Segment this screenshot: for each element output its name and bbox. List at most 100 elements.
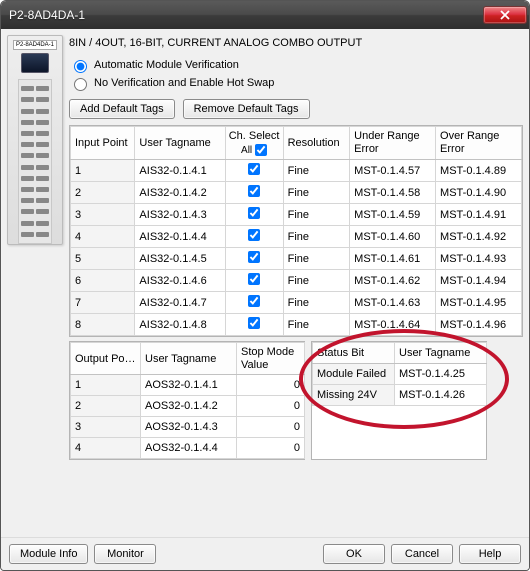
cell-under-range[interactable]: MST-0.1.4.58 xyxy=(350,182,436,204)
ch-select-checkbox[interactable] xyxy=(248,163,260,175)
table-row[interactable]: 6AIS32-0.1.4.6 FineMST-0.1.4.62MST-0.1.4.… xyxy=(71,270,522,292)
cell-resolution[interactable]: Fine xyxy=(283,160,350,182)
cell-output-tagname[interactable]: AOS32-0.1.4.1 xyxy=(141,375,237,396)
col-status-bit[interactable]: Status Bit xyxy=(313,343,395,364)
cell-over-range[interactable]: MST-0.1.4.92 xyxy=(436,226,522,248)
table-row[interactable]: 2AOS32-0.1.4.20 xyxy=(71,396,305,417)
cell-ch-select[interactable] xyxy=(225,204,283,226)
cell-input-point: 2 xyxy=(71,182,135,204)
cell-under-range[interactable]: MST-0.1.4.57 xyxy=(350,160,436,182)
cell-status-tagname[interactable]: MST-0.1.4.26 xyxy=(395,385,487,406)
cell-ch-select[interactable] xyxy=(225,248,283,270)
ok-button[interactable]: OK xyxy=(323,544,385,564)
cell-under-range[interactable]: MST-0.1.4.59 xyxy=(350,204,436,226)
cell-under-range[interactable]: MST-0.1.4.60 xyxy=(350,226,436,248)
cell-user-tagname[interactable]: AIS32-0.1.4.2 xyxy=(135,182,225,204)
cell-stop-mode-value[interactable]: 0 xyxy=(237,375,305,396)
cell-user-tagname[interactable]: AIS32-0.1.4.5 xyxy=(135,248,225,270)
table-row[interactable]: 4AOS32-0.1.4.40 xyxy=(71,438,305,459)
cell-resolution[interactable]: Fine xyxy=(283,292,350,314)
cell-over-range[interactable]: MST-0.1.4.91 xyxy=(436,204,522,226)
table-row[interactable]: Module FailedMST-0.1.4.25 xyxy=(313,364,487,385)
monitor-button[interactable]: Monitor xyxy=(94,544,156,564)
cell-ch-select[interactable] xyxy=(225,226,283,248)
cell-under-range[interactable]: MST-0.1.4.62 xyxy=(350,270,436,292)
cell-ch-select[interactable] xyxy=(225,270,283,292)
table-row[interactable]: 3AOS32-0.1.4.30 xyxy=(71,417,305,438)
table-row[interactable]: 3AIS32-0.1.4.3FineMST-0.1.4.59MST-0.1.4.… xyxy=(71,204,522,226)
col-input-point[interactable]: Input Point xyxy=(71,127,135,160)
cell-user-tagname[interactable]: AIS32-0.1.4.8 xyxy=(135,314,225,336)
col-under-range[interactable]: Under Range Error xyxy=(350,127,436,160)
add-default-tags-button[interactable]: Add Default Tags xyxy=(69,99,175,119)
col-user-tagname[interactable]: User Tagname xyxy=(135,127,225,160)
cell-over-range[interactable]: MST-0.1.4.89 xyxy=(436,160,522,182)
radio-hot-swap[interactable]: No Verification and Enable Hot Swap xyxy=(69,75,523,91)
radio-hot-swap-label: No Verification and Enable Hot Swap xyxy=(94,77,274,89)
ch-select-checkbox[interactable] xyxy=(248,207,260,219)
table-row[interactable]: 5AIS32-0.1.4.5FineMST-0.1.4.61MST-0.1.4.… xyxy=(71,248,522,270)
cell-user-tagname[interactable]: AIS32-0.1.4.4 xyxy=(135,226,225,248)
col-ch-select[interactable]: Ch. Select All xyxy=(225,127,283,160)
cell-over-range[interactable]: MST-0.1.4.93 xyxy=(436,248,522,270)
module-info-button[interactable]: Module Info xyxy=(9,544,88,564)
cell-resolution[interactable]: Fine xyxy=(283,314,350,336)
ch-select-checkbox[interactable] xyxy=(248,273,260,285)
ch-select-checkbox[interactable] xyxy=(248,229,260,241)
close-button[interactable] xyxy=(483,6,527,24)
cell-under-range[interactable]: MST-0.1.4.61 xyxy=(350,248,436,270)
table-row[interactable]: 4AIS32-0.1.4.4 FineMST-0.1.4.60MST-0.1.4.… xyxy=(71,226,522,248)
cell-resolution[interactable]: Fine xyxy=(283,226,350,248)
cancel-button[interactable]: Cancel xyxy=(391,544,453,564)
cell-output-tagname[interactable]: AOS32-0.1.4.3 xyxy=(141,417,237,438)
cell-ch-select[interactable] xyxy=(225,182,283,204)
remove-default-tags-button[interactable]: Remove Default Tags xyxy=(183,99,310,119)
help-button[interactable]: Help xyxy=(459,544,521,564)
col-over-range[interactable]: Over Range Error xyxy=(436,127,522,160)
col-output-point[interactable]: Output Point xyxy=(71,343,141,375)
ch-select-checkbox[interactable] xyxy=(248,295,260,307)
cell-user-tagname[interactable]: AIS32-0.1.4.3 xyxy=(135,204,225,226)
select-all-checkbox[interactable] xyxy=(255,144,267,156)
cell-output-tagname[interactable]: AOS32-0.1.4.2 xyxy=(141,396,237,417)
cell-ch-select[interactable] xyxy=(225,292,283,314)
table-row[interactable]: 8AIS32-0.1.4.8FineMST-0.1.4.64MST-0.1.4.… xyxy=(71,314,522,336)
cell-input-point: 6 xyxy=(71,270,135,292)
cell-user-tagname[interactable]: AIS32-0.1.4.1 xyxy=(135,160,225,182)
ch-select-checkbox[interactable] xyxy=(248,185,260,197)
table-row[interactable]: 1AOS32-0.1.4.10 xyxy=(71,375,305,396)
col-stop-mode-value[interactable]: Stop Mode Value xyxy=(237,343,305,375)
cell-over-range[interactable]: MST-0.1.4.96 xyxy=(436,314,522,336)
cell-under-range[interactable]: MST-0.1.4.64 xyxy=(350,314,436,336)
table-row[interactable]: 7AIS32-0.1.4.7FineMST-0.1.4.63MST-0.1.4.… xyxy=(71,292,522,314)
cell-over-range[interactable]: MST-0.1.4.95 xyxy=(436,292,522,314)
ch-select-checkbox[interactable] xyxy=(248,251,260,263)
cell-under-range[interactable]: MST-0.1.4.63 xyxy=(350,292,436,314)
radio-auto-verify[interactable]: Automatic Module Verification xyxy=(69,57,523,73)
col-output-tagname[interactable]: User Tagname xyxy=(141,343,237,375)
col-status-tagname[interactable]: User Tagname xyxy=(395,343,487,364)
cell-resolution[interactable]: Fine xyxy=(283,182,350,204)
table-row[interactable]: 1AIS32-0.1.4.1FineMST-0.1.4.57MST-0.1.4.… xyxy=(71,160,522,182)
cell-ch-select[interactable] xyxy=(225,314,283,336)
cell-ch-select[interactable] xyxy=(225,160,283,182)
cell-over-range[interactable]: MST-0.1.4.90 xyxy=(436,182,522,204)
cell-stop-mode-value[interactable]: 0 xyxy=(237,438,305,459)
cell-user-tagname[interactable]: AIS32-0.1.4.7 xyxy=(135,292,225,314)
cell-output-tagname[interactable]: AOS32-0.1.4.4 xyxy=(141,438,237,459)
cell-resolution[interactable]: Fine xyxy=(283,270,350,292)
table-row[interactable]: 2AIS32-0.1.4.2 FineMST-0.1.4.58MST-0.1.4.… xyxy=(71,182,522,204)
radio-auto-verify-input[interactable] xyxy=(74,60,87,73)
cell-resolution[interactable]: Fine xyxy=(283,248,350,270)
radio-hot-swap-input[interactable] xyxy=(74,78,87,91)
cell-user-tagname[interactable]: AIS32-0.1.4.6 xyxy=(135,270,225,292)
cell-stop-mode-value[interactable]: 0 xyxy=(237,396,305,417)
cell-input-point: 4 xyxy=(71,226,135,248)
cell-status-tagname[interactable]: MST-0.1.4.25 xyxy=(395,364,487,385)
col-resolution[interactable]: Resolution xyxy=(283,127,350,160)
ch-select-checkbox[interactable] xyxy=(248,317,260,329)
cell-stop-mode-value[interactable]: 0 xyxy=(237,417,305,438)
cell-over-range[interactable]: MST-0.1.4.94 xyxy=(436,270,522,292)
cell-resolution[interactable]: Fine xyxy=(283,204,350,226)
table-row[interactable]: Missing 24VMST-0.1.4.26 xyxy=(313,385,487,406)
